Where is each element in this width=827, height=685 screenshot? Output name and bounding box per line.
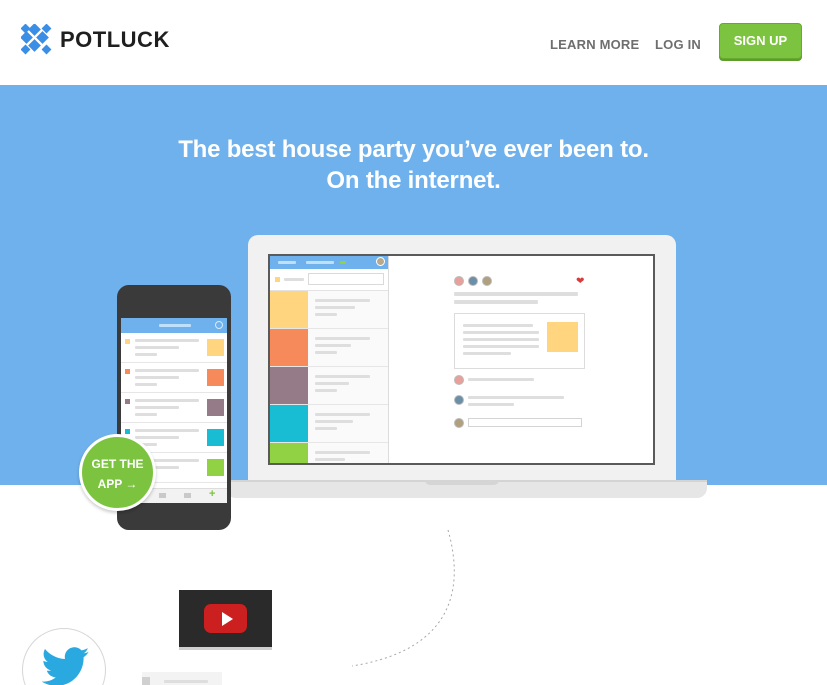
screen-post-card xyxy=(454,313,585,369)
get-app-line1: GET THE xyxy=(91,457,144,471)
video-thumbnail[interactable] xyxy=(179,590,272,647)
twitter-badge[interactable] xyxy=(22,628,106,685)
partial-card xyxy=(142,672,222,685)
logo-text: POTLUCK xyxy=(60,27,170,52)
phone-list-item xyxy=(121,393,227,423)
screen-topbar xyxy=(270,256,388,269)
phone-list-item xyxy=(121,333,227,363)
logo[interactable]: POTLUCK xyxy=(21,24,170,56)
screen-main-panel: ❤ xyxy=(390,256,653,463)
hero-headline: The best house party you’ve ever been to… xyxy=(0,134,827,196)
get-the-app-button[interactable]: GET THE APP → xyxy=(79,434,156,511)
sign-up-button[interactable]: SIGN UP xyxy=(719,23,802,59)
dashed-path-decoration xyxy=(351,529,455,667)
heart-icon: ❤ xyxy=(576,276,585,287)
logo-icon xyxy=(21,24,52,55)
laptop-screen: ❤ xyxy=(268,254,655,465)
phone-list-item xyxy=(121,363,227,393)
youtube-play-icon xyxy=(204,604,247,633)
laptop-notch xyxy=(425,480,499,485)
screen-search-bar xyxy=(270,269,388,291)
screen-list-item xyxy=(270,367,388,405)
screen-sidebar xyxy=(270,256,389,463)
page: POTLUCK LEARN MORE LOG IN SIGN UP The be… xyxy=(0,0,827,685)
hero-headline-line1: The best house party you’ve ever been to… xyxy=(178,136,649,163)
hero-headline-line2: On the internet. xyxy=(326,167,501,194)
screen-list-item xyxy=(270,405,388,443)
log-in-link[interactable]: LOG IN xyxy=(655,37,701,52)
screen-list-item xyxy=(270,329,388,367)
screen-list-item xyxy=(270,443,388,463)
twitter-bird-icon xyxy=(42,647,90,685)
learn-more-link[interactable]: LEARN MORE xyxy=(550,37,639,52)
phone-topbar xyxy=(121,318,227,333)
header: POTLUCK LEARN MORE LOG IN SIGN UP xyxy=(0,0,827,85)
screen-list-item xyxy=(270,291,388,329)
get-app-line2: APP → xyxy=(97,477,138,491)
